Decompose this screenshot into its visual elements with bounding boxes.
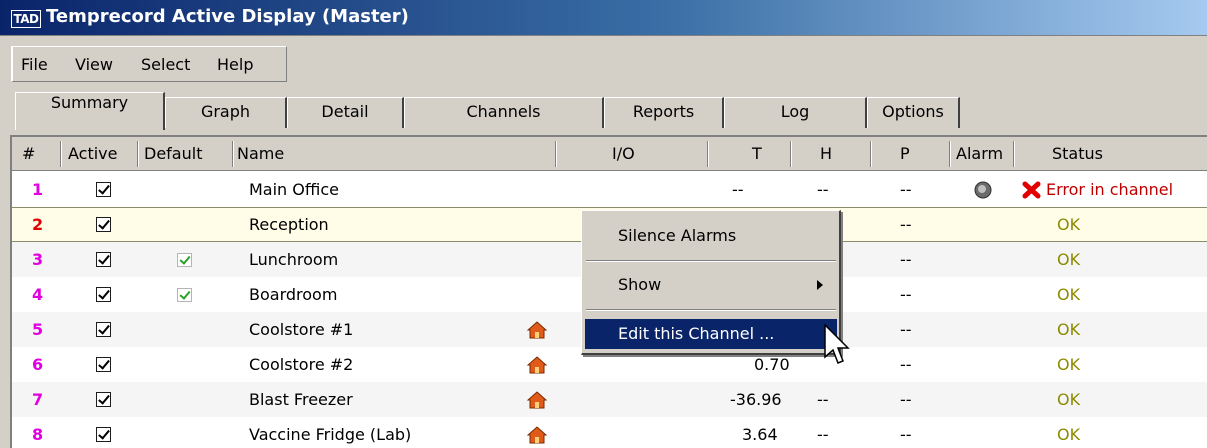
status-text: OK bbox=[1057, 390, 1081, 409]
active-checkbox[interactable] bbox=[96, 392, 111, 407]
channel-name: Coolstore #2 bbox=[249, 355, 354, 374]
status-text: Error in channel bbox=[1046, 180, 1174, 199]
col-alarm[interactable]: Alarm bbox=[956, 137, 1003, 171]
channel-name: Blast Freezer bbox=[249, 390, 353, 409]
status-text: OK bbox=[1057, 250, 1081, 269]
house-icon bbox=[527, 356, 547, 374]
title-bar[interactable]: TAD Temprecord Active Display (Master) bbox=[0, 0, 1207, 36]
status-text: OK bbox=[1057, 285, 1081, 304]
submenu-arrow-icon bbox=[817, 280, 823, 290]
mouse-cursor-icon bbox=[824, 324, 850, 364]
house-icon bbox=[527, 391, 547, 409]
col-p[interactable]: P bbox=[900, 137, 910, 171]
active-checkbox[interactable] bbox=[96, 427, 111, 442]
edit-channel-menu-item[interactable]: Edit this Channel ... bbox=[585, 319, 837, 349]
channel-name: Main Office bbox=[249, 180, 339, 199]
window-title: Temprecord Active Display (Master) bbox=[46, 6, 409, 27]
tab-reports[interactable]: Reports bbox=[604, 97, 724, 128]
active-checkbox[interactable] bbox=[96, 357, 111, 372]
status-text: OK bbox=[1057, 320, 1081, 339]
channel-name: Coolstore #1 bbox=[249, 320, 354, 339]
tab-summary[interactable]: Summary bbox=[15, 92, 165, 130]
app-icon: TAD bbox=[11, 10, 41, 28]
tab-channels[interactable]: Channels bbox=[404, 97, 604, 128]
channel-name: Vaccine Fridge (Lab) bbox=[249, 425, 412, 444]
context-menu: Silence Alarms Show Edit this Channel ..… bbox=[581, 210, 841, 355]
silence-alarms-menu-item[interactable]: Silence Alarms bbox=[585, 221, 837, 251]
speaker-icon[interactable] bbox=[974, 181, 992, 199]
menu-help[interactable]: Help bbox=[217, 55, 253, 74]
channel-name: Boardroom bbox=[249, 285, 338, 304]
tab-strip: Summary Graph Detail Channels Reports Lo… bbox=[0, 92, 1207, 130]
default-checkbox[interactable] bbox=[177, 288, 192, 302]
active-checkbox[interactable] bbox=[96, 217, 111, 232]
active-checkbox[interactable] bbox=[96, 182, 111, 197]
active-checkbox[interactable] bbox=[96, 287, 111, 302]
tab-options[interactable]: Options bbox=[867, 97, 960, 128]
menu-file[interactable]: File bbox=[21, 55, 48, 74]
error-icon bbox=[1022, 181, 1041, 199]
col-t[interactable]: T bbox=[752, 137, 762, 171]
tab-detail[interactable]: Detail bbox=[287, 97, 404, 128]
col-number[interactable]: # bbox=[22, 137, 35, 171]
col-h[interactable]: H bbox=[820, 137, 832, 171]
channel-name: Reception bbox=[249, 215, 329, 234]
active-checkbox[interactable] bbox=[96, 252, 111, 267]
house-icon bbox=[527, 426, 547, 444]
menu-bar: File View Select Help bbox=[11, 46, 287, 82]
col-io[interactable]: I/O bbox=[612, 137, 635, 171]
col-active[interactable]: Active bbox=[68, 137, 118, 171]
house-icon bbox=[527, 321, 547, 339]
default-checkbox[interactable] bbox=[177, 253, 192, 267]
col-default[interactable]: Default bbox=[144, 137, 202, 171]
show-menu-item[interactable]: Show bbox=[585, 270, 837, 300]
active-checkbox[interactable] bbox=[96, 322, 111, 337]
menu-view[interactable]: View bbox=[75, 55, 113, 74]
table-row[interactable]: 7 Blast Freezer -36.96 -- -- OK bbox=[12, 382, 1207, 417]
channel-name: Lunchroom bbox=[249, 250, 339, 269]
col-name[interactable]: Name bbox=[237, 137, 284, 171]
status-text: OK bbox=[1057, 425, 1081, 444]
menu-select[interactable]: Select bbox=[141, 55, 190, 74]
tab-log[interactable]: Log bbox=[724, 97, 867, 128]
status-text: OK bbox=[1057, 355, 1081, 374]
table-row[interactable]: 8 Vaccine Fridge (Lab) 3.64 -- -- OK bbox=[12, 417, 1207, 448]
tab-graph[interactable]: Graph bbox=[165, 97, 287, 128]
status-text: OK bbox=[1057, 215, 1081, 234]
table-row[interactable]: 1 Main Office -- -- -- Error in channel bbox=[12, 172, 1207, 207]
col-status[interactable]: Status bbox=[1052, 137, 1103, 171]
grid-header: # Active Default Name I/O T H P Alarm St… bbox=[12, 137, 1207, 171]
